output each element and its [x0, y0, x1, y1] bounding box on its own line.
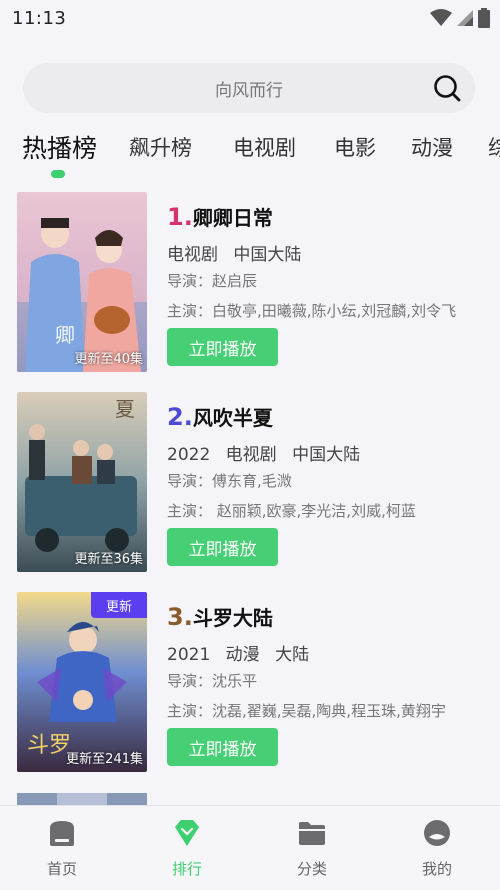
- nav-home[interactable]: 首页: [17, 818, 107, 888]
- item-cast: 主演：白敬亭,田曦薇,陈小纭,刘冠麟,刘令飞: [167, 302, 457, 320]
- poster-image[interactable]: 夏 更新至36集: [17, 392, 147, 572]
- battery-icon: [478, 8, 490, 28]
- item-title[interactable]: 风吹半夏: [193, 402, 273, 431]
- search-bar[interactable]: 向风而行: [23, 63, 475, 113]
- item-info: 3. 斗罗大陆 2021 动漫 大陆 导演：沈乐平 主演：沈磊,翟巍,吴磊,陶典…: [167, 602, 487, 724]
- svg-text:斗罗: 斗罗: [27, 733, 71, 758]
- list-item[interactable]: [0, 792, 500, 806]
- play-button[interactable]: 立即播放: [167, 528, 278, 566]
- tab-bar: 热播榜 飙升榜 电视剧 电影 动漫 综: [0, 126, 500, 186]
- item-region: 中国大陆: [233, 245, 302, 265]
- svg-text:夏: 夏: [115, 397, 135, 421]
- tab-movie[interactable]: 电影: [334, 132, 376, 162]
- poster-image[interactable]: [17, 792, 147, 806]
- item-cast: 主演： 赵丽颖,欧豪,李光洁,刘威,柯蓝: [167, 502, 416, 520]
- item-director: 导演：沈乐平: [167, 672, 258, 690]
- item-region: 中国大陆: [292, 445, 361, 465]
- tab-tv[interactable]: 电视剧: [233, 132, 296, 162]
- status-bar: 11:13: [0, 0, 500, 36]
- item-meta: 2022 电视剧 中国大陆: [167, 440, 487, 465]
- list-item[interactable]: 斗罗 更新 更新至241集 3. 斗罗大陆 2021 动漫 大陆 导演：沈乐平 …: [0, 592, 500, 774]
- bottom-nav: 首页 排行 分类 我的: [0, 805, 500, 890]
- poster-art: 斗罗: [17, 592, 147, 772]
- poster-art: 卿: [17, 192, 147, 372]
- play-button[interactable]: 立即播放: [167, 728, 278, 766]
- play-button[interactable]: 立即播放: [167, 328, 278, 366]
- list-item[interactable]: 卿 更新至40集 1. 卿卿日常 电视剧 中国大陆 导演：赵启辰 主演：白敬亭,…: [0, 192, 500, 374]
- nav-profile[interactable]: 我的: [392, 818, 482, 888]
- update-badge: 更新: [91, 592, 147, 618]
- item-type: 电视剧: [225, 445, 277, 465]
- item-info: 2. 风吹半夏 2022 电视剧 中国大陆 导演：傅东育,毛溦 主演： 赵丽颖,…: [167, 402, 487, 524]
- tab-rising[interactable]: 飙升榜: [129, 132, 192, 162]
- episode-count: 更新至36集: [74, 552, 143, 567]
- search-input[interactable]: 向风而行: [215, 76, 283, 101]
- item-type: 电视剧: [167, 245, 218, 265]
- svg-text:卿: 卿: [55, 323, 75, 347]
- poster-image[interactable]: 卿 更新至40集: [17, 192, 147, 372]
- item-director: 导演：傅东育,毛溦: [167, 472, 292, 490]
- item-meta: 2021 动漫 大陆: [167, 640, 487, 665]
- nav-label: 我的: [421, 860, 452, 878]
- item-type: 动漫: [225, 645, 260, 665]
- rank-number: 3.: [167, 603, 193, 631]
- tab-variety[interactable]: 综: [488, 132, 500, 162]
- status-time: 11:13: [12, 7, 67, 29]
- rank-number: 1.: [167, 203, 193, 231]
- item-info: 1. 卿卿日常 电视剧 中国大陆 导演：赵启辰 主演：白敬亭,田曦薇,陈小纭,刘…: [167, 202, 487, 324]
- item-title[interactable]: 斗罗大陆: [193, 602, 273, 631]
- item-year: 2021: [167, 645, 211, 665]
- profile-icon: [424, 820, 450, 846]
- nav-label: 首页: [46, 860, 77, 878]
- item-region: 大陆: [275, 645, 310, 665]
- poster-art: 夏: [17, 392, 147, 572]
- item-year: 2022: [167, 445, 211, 465]
- tab-indicator: [51, 170, 65, 178]
- rank-number: 2.: [167, 403, 193, 431]
- tab-anime[interactable]: 动漫: [411, 132, 453, 162]
- home-icon: [50, 821, 74, 846]
- list-item[interactable]: 夏 更新至36集 2. 风吹半夏 2022 电视剧 中国大陆 导演：傅东育,毛溦…: [0, 392, 500, 574]
- nav-label: 排行: [171, 860, 202, 878]
- search-icon[interactable]: [433, 74, 461, 102]
- episode-count: 更新至241集: [66, 752, 143, 767]
- item-cast: 主演：沈磊,翟巍,吴磊,陶典,程玉珠,黄翔宇: [167, 702, 446, 720]
- title-row: 1. 卿卿日常: [167, 202, 487, 232]
- rank-icon: [175, 820, 199, 846]
- episode-count: 更新至40集: [74, 352, 143, 367]
- folder-icon: [299, 822, 325, 845]
- item-meta: 电视剧 中国大陆: [167, 240, 487, 265]
- item-title[interactable]: 卿卿日常: [193, 202, 273, 231]
- signal-icon: [457, 10, 473, 26]
- status-icons: [430, 8, 490, 28]
- nav-category[interactable]: 分类: [267, 818, 357, 888]
- wifi-icon: [430, 9, 452, 26]
- poster-image[interactable]: 斗罗 更新 更新至241集: [17, 592, 147, 772]
- nav-label: 分类: [296, 860, 327, 878]
- title-row: 2. 风吹半夏: [167, 402, 487, 432]
- tab-hot[interactable]: 热播榜: [22, 129, 97, 165]
- title-row: 3. 斗罗大陆: [167, 602, 487, 632]
- nav-rank[interactable]: 排行: [142, 818, 232, 888]
- item-director: 导演：赵启辰: [167, 272, 258, 290]
